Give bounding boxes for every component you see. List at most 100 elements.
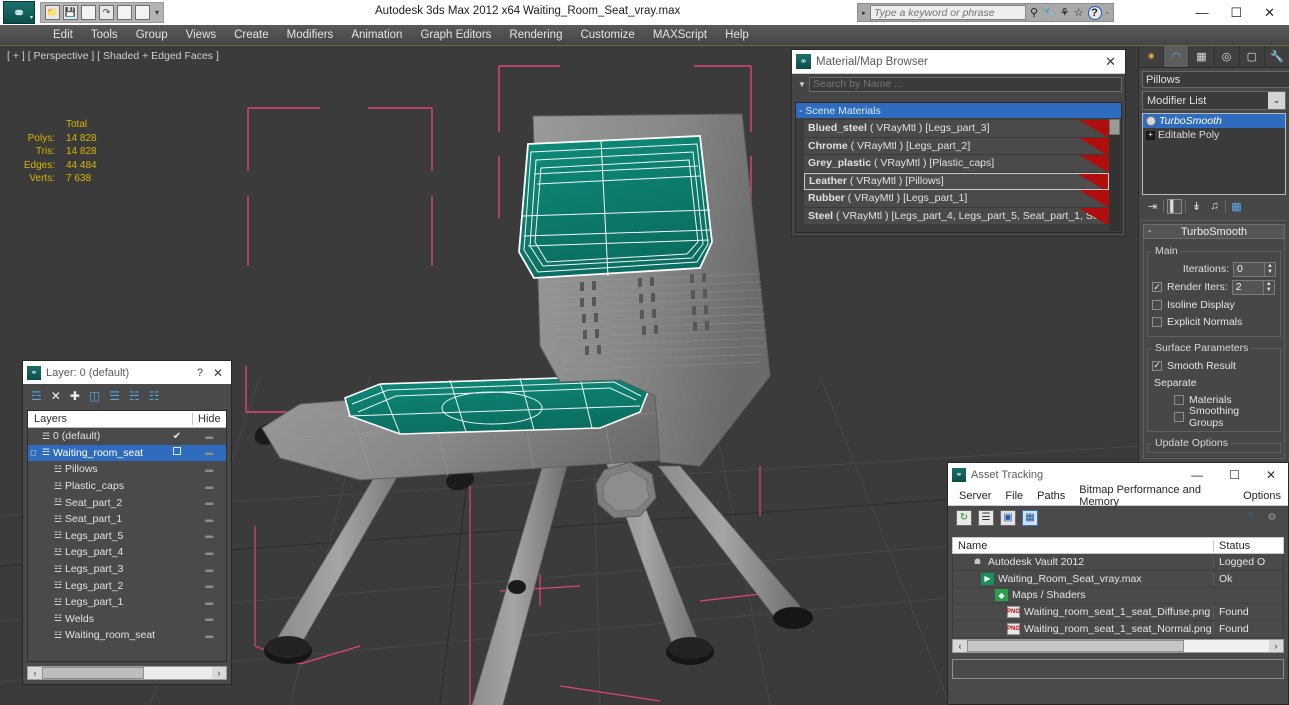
- scrollbar-track[interactable]: [967, 640, 1269, 652]
- binoculars-icon[interactable]: ⚲: [1030, 6, 1038, 19]
- layer-row-legs-part-2[interactable]: ☳ Legs_part_2 ▬: [28, 577, 226, 594]
- stack-item-turbosmooth[interactable]: TurboSmooth: [1143, 114, 1285, 128]
- separate-smoothing-groups-row[interactable]: Smoothing Groups: [1174, 405, 1276, 429]
- make-unique-icon[interactable]: ↡: [1189, 199, 1204, 214]
- explicit-normals-checkbox[interactable]: [1152, 316, 1162, 327]
- layer-hide-toggle[interactable]: ▬: [192, 531, 226, 540]
- material-list-scrollbar[interactable]: [1109, 119, 1120, 231]
- layer-hide-toggle[interactable]: ▬: [192, 598, 226, 607]
- collapse-icon[interactable]: -: [1148, 226, 1151, 237]
- qat-blank-1-icon[interactable]: [117, 5, 132, 20]
- utilities-tab[interactable]: 🔧: [1265, 46, 1289, 67]
- lightbulb-icon[interactable]: [1146, 116, 1156, 126]
- table-view-icon[interactable]: ▦: [1022, 509, 1038, 526]
- close-icon[interactable]: ✕: [209, 366, 227, 380]
- material-search-input[interactable]: [809, 76, 1122, 92]
- help-icon[interactable]: ?: [1087, 5, 1102, 20]
- close-icon[interactable]: ✕: [1100, 54, 1121, 70]
- material-swatch[interactable]: [1079, 120, 1109, 137]
- application-menu-button[interactable]: ⚭ ▾: [3, 1, 35, 24]
- display-tab[interactable]: ▢: [1240, 46, 1265, 67]
- help-icon[interactable]: ?: [1242, 510, 1258, 526]
- add-to-layer-icon[interactable]: ✚: [70, 390, 80, 402]
- layer-hide-toggle[interactable]: ▬: [192, 432, 226, 441]
- close-button[interactable]: ✕: [1264, 6, 1275, 19]
- motion-tab[interactable]: ◎: [1215, 46, 1240, 67]
- layer-active-check[interactable]: [162, 447, 192, 458]
- material-list[interactable]: - Scene Materials Blued_steel ( VRayMtl …: [795, 102, 1122, 233]
- thumbnail-view-icon[interactable]: ▣: [1000, 509, 1016, 526]
- hierarchy-tab[interactable]: ▦: [1189, 46, 1215, 67]
- asset-row-diffuse-png[interactable]: PNG Waiting_room_seat_1_seat_Diffuse.png…: [953, 604, 1283, 622]
- modifier-stack[interactable]: TurboSmooth + Editable Poly: [1142, 113, 1286, 195]
- delete-layer-icon[interactable]: ✕: [51, 390, 61, 402]
- layer-row-seat-part-2[interactable]: ☳ Seat_part_2 ▬: [28, 494, 226, 511]
- object-name-input[interactable]: [1142, 71, 1289, 88]
- show-end-result-icon[interactable]: ▍: [1167, 198, 1182, 214]
- layer-hide-toggle[interactable]: ▬: [192, 614, 226, 623]
- menu-item-paths[interactable]: Paths: [1030, 490, 1072, 502]
- layer-hide-toggle[interactable]: ▬: [192, 498, 226, 507]
- select-objects-in-layer-icon[interactable]: ◫: [89, 390, 100, 402]
- layer-active-check[interactable]: ✔: [162, 431, 192, 442]
- material-map-browser-dialog[interactable]: ⚭ Material/Map Browser ✕ ▼ - Scene Mater…: [791, 49, 1126, 237]
- render-iters-input[interactable]: [1231, 279, 1264, 295]
- qat-blank-2-icon[interactable]: [135, 5, 150, 20]
- qat-chevron-down-icon[interactable]: ▾: [153, 8, 159, 17]
- modify-tab[interactable]: ◠: [1164, 46, 1190, 67]
- isoline-display-row[interactable]: Isoline Display: [1152, 297, 1276, 312]
- layer-hide-toggle[interactable]: ▬: [192, 565, 226, 574]
- undo-icon[interactable]: [81, 5, 96, 20]
- asset-row-max-file[interactable]: ▶ Waiting_Room_Seat_vray.max Ok: [953, 571, 1283, 588]
- layer-grid[interactable]: Layers Hide ☲ 0 (default) ✔ ▬ ◻ ☲ Waitin…: [27, 410, 227, 662]
- menu-item-graph-editors[interactable]: Graph Editors: [411, 25, 500, 46]
- stack-item-editable-poly[interactable]: + Editable Poly: [1143, 128, 1285, 142]
- layer-row-pillows[interactable]: ☳ Pillows ▬: [28, 461, 226, 478]
- layer-hide-toggle[interactable]: ▬: [192, 515, 226, 524]
- menu-item-maxscript[interactable]: MAXScript: [644, 25, 716, 46]
- material-row-rubber[interactable]: Rubber ( VRayMtl ) [Legs_part_1]: [804, 190, 1109, 208]
- asset-row-normal-png[interactable]: PNG Waiting_room_seat_1_seat_Normal.png …: [953, 621, 1283, 638]
- layer-row-legs-part-3[interactable]: ☳ Legs_part_3 ▬: [28, 561, 226, 578]
- iterations-input[interactable]: [1233, 261, 1265, 277]
- layer-hide-toggle[interactable]: ▬: [192, 631, 226, 640]
- iterations-spinner[interactable]: ▲▼: [1233, 261, 1276, 277]
- about-icon[interactable]: ⚙: [1264, 510, 1280, 526]
- asset-row-autodesk-vault[interactable]: ☗ Autodesk Vault 2012 Logged O: [953, 554, 1283, 571]
- layer-manager-dialog[interactable]: ⚭ Layer: 0 (default) ? ✕ ☲ ✕ ✚ ◫ ☰ ☵ ☷ L…: [22, 360, 232, 685]
- menu-item-rendering[interactable]: Rendering: [500, 25, 571, 46]
- maximize-button[interactable]: ☐: [1229, 469, 1240, 481]
- star-icon[interactable]: ☆: [1074, 6, 1084, 19]
- material-row-steel[interactable]: Steel ( VRayMtl ) [Legs_part_4, Legs_par…: [804, 207, 1109, 225]
- material-swatch[interactable]: [1078, 173, 1108, 189]
- menu-item-bitmap-performance-and-memory[interactable]: Bitmap Performance and Memory: [1072, 484, 1236, 508]
- help-chevron-icon[interactable]: ·: [1106, 7, 1110, 19]
- list-view-icon[interactable]: ☰: [978, 509, 994, 526]
- scrollbar-thumb[interactable]: [1109, 119, 1120, 135]
- scroll-right-icon[interactable]: ›: [212, 668, 226, 678]
- separate-smoothing-groups-checkbox[interactable]: [1174, 411, 1184, 422]
- highlight-selected-objects-icon[interactable]: ☵: [129, 390, 140, 402]
- asset-row-maps-shaders[interactable]: ◆ Maps / Shaders: [953, 588, 1283, 605]
- spinner-arrows-icon[interactable]: ▲ ▼: [1263, 279, 1275, 295]
- layer-row-waiting-room-seat-object[interactable]: ☳ Waiting_room_seat ▬: [28, 627, 226, 644]
- layer-hide-toggle[interactable]: ▬: [192, 465, 226, 474]
- menu-item-help[interactable]: Help: [716, 25, 758, 46]
- layer-hide-toggle[interactable]: ▬: [192, 548, 226, 557]
- layer-row-waiting-room-seat[interactable]: ◻ ☲ Waiting_room_seat ▬: [28, 444, 226, 462]
- layer-row-0-default[interactable]: ☲ 0 (default) ✔ ▬: [28, 428, 226, 445]
- separate-materials-checkbox[interactable]: [1174, 394, 1184, 405]
- maximize-button[interactable]: ☐: [1230, 6, 1242, 19]
- asset-tracking-dialog[interactable]: ⚭ Asset Tracking — ☐ ✕ Server File Paths…: [947, 462, 1289, 705]
- menu-item-server[interactable]: Server: [952, 490, 998, 502]
- scrollbar-track[interactable]: [42, 667, 212, 679]
- layer-row-legs-part-1[interactable]: ☳ Legs_part_1 ▬: [28, 594, 226, 611]
- hide-unhide-layer-icon[interactable]: ☷: [149, 390, 160, 402]
- menu-item-create[interactable]: Create: [225, 25, 278, 46]
- minimize-button[interactable]: —: [1191, 469, 1203, 481]
- menu-item-animation[interactable]: Animation: [342, 25, 411, 46]
- menu-item-views[interactable]: Views: [177, 25, 225, 46]
- menu-item-tools[interactable]: Tools: [82, 25, 127, 46]
- help-icon[interactable]: ?: [191, 367, 209, 379]
- chevron-down-icon[interactable]: ⌄: [1268, 92, 1285, 109]
